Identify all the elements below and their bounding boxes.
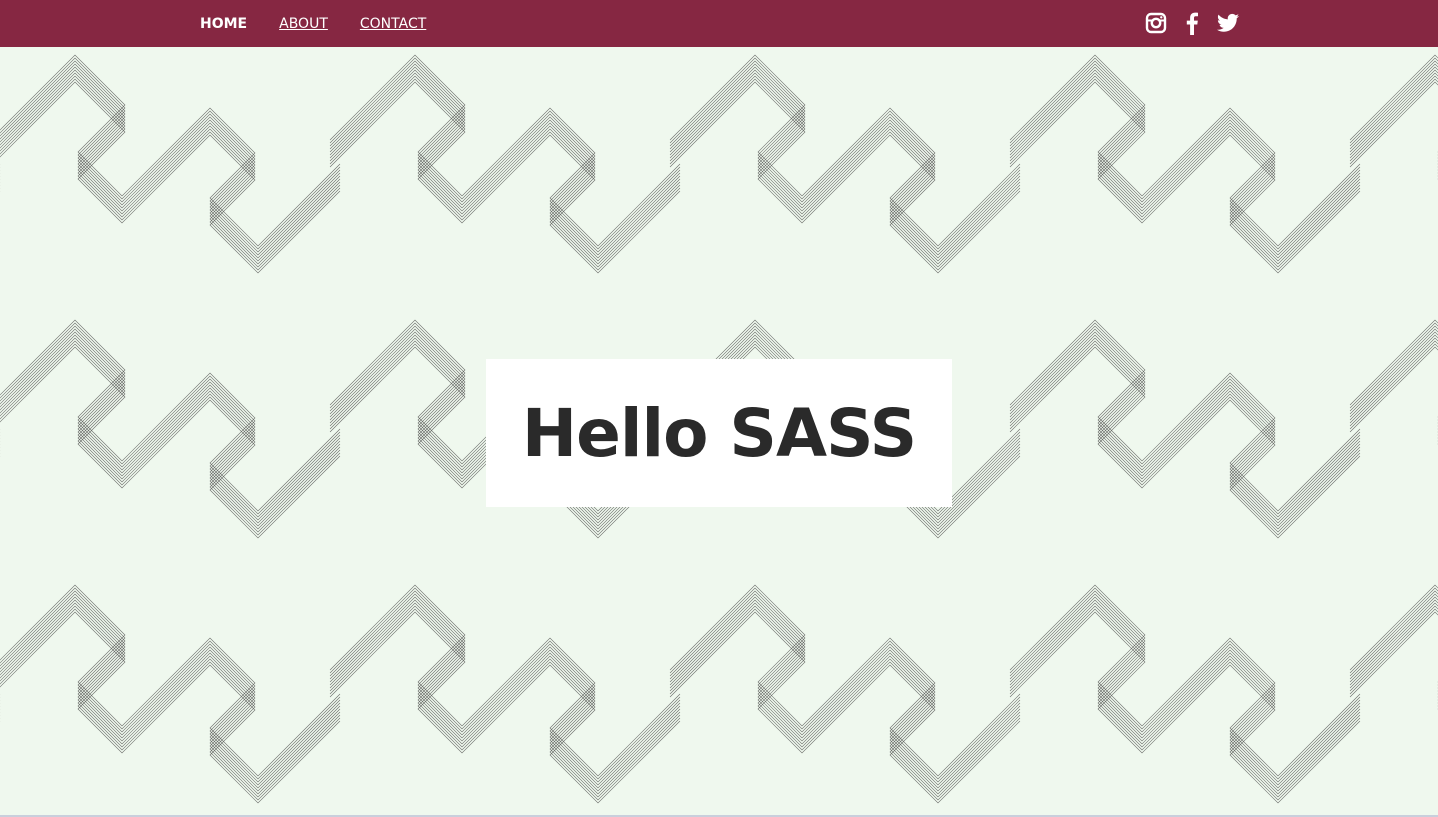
top-navigation-bar: HOME ABOUT CONTACT: [0, 0, 1438, 47]
hero-title: Hello SASS: [521, 394, 917, 472]
nav-about-link[interactable]: ABOUT: [279, 16, 328, 32]
main-nav: HOME ABOUT CONTACT: [200, 0, 458, 47]
nav-home-link[interactable]: HOME: [200, 16, 247, 32]
social-links: [1144, 11, 1240, 35]
twitter-icon[interactable]: [1216, 11, 1240, 35]
facebook-icon[interactable]: [1180, 11, 1204, 35]
instagram-icon[interactable]: [1144, 11, 1168, 35]
hero-title-card: Hello SASS: [486, 359, 952, 507]
nav-contact-link[interactable]: CONTACT: [360, 16, 426, 32]
